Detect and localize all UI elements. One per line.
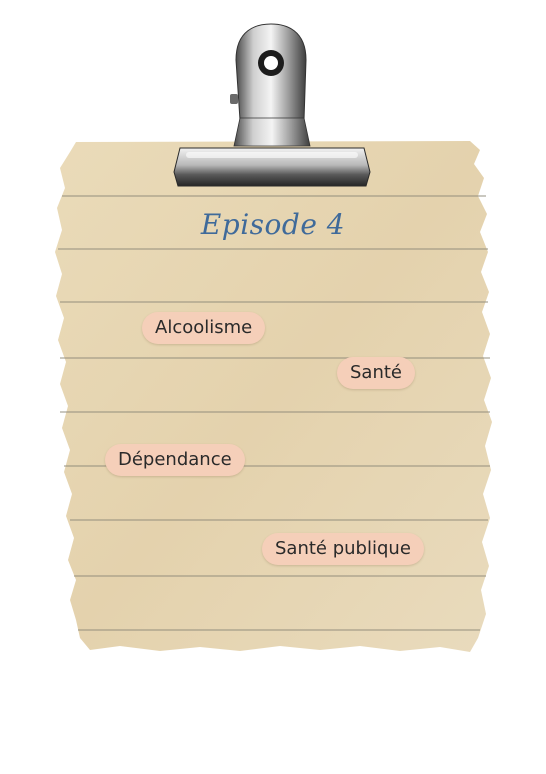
tag-sante[interactable]: Santé [337, 357, 415, 389]
tag-dependance[interactable]: Dépendance [105, 444, 245, 476]
tag-alcoolisme[interactable]: Alcoolisme [142, 312, 266, 344]
tag-sante-publique[interactable]: Santé publique [262, 533, 424, 565]
binder-clip-icon [173, 23, 371, 187]
episode-title: Episode 4 [200, 208, 346, 241]
